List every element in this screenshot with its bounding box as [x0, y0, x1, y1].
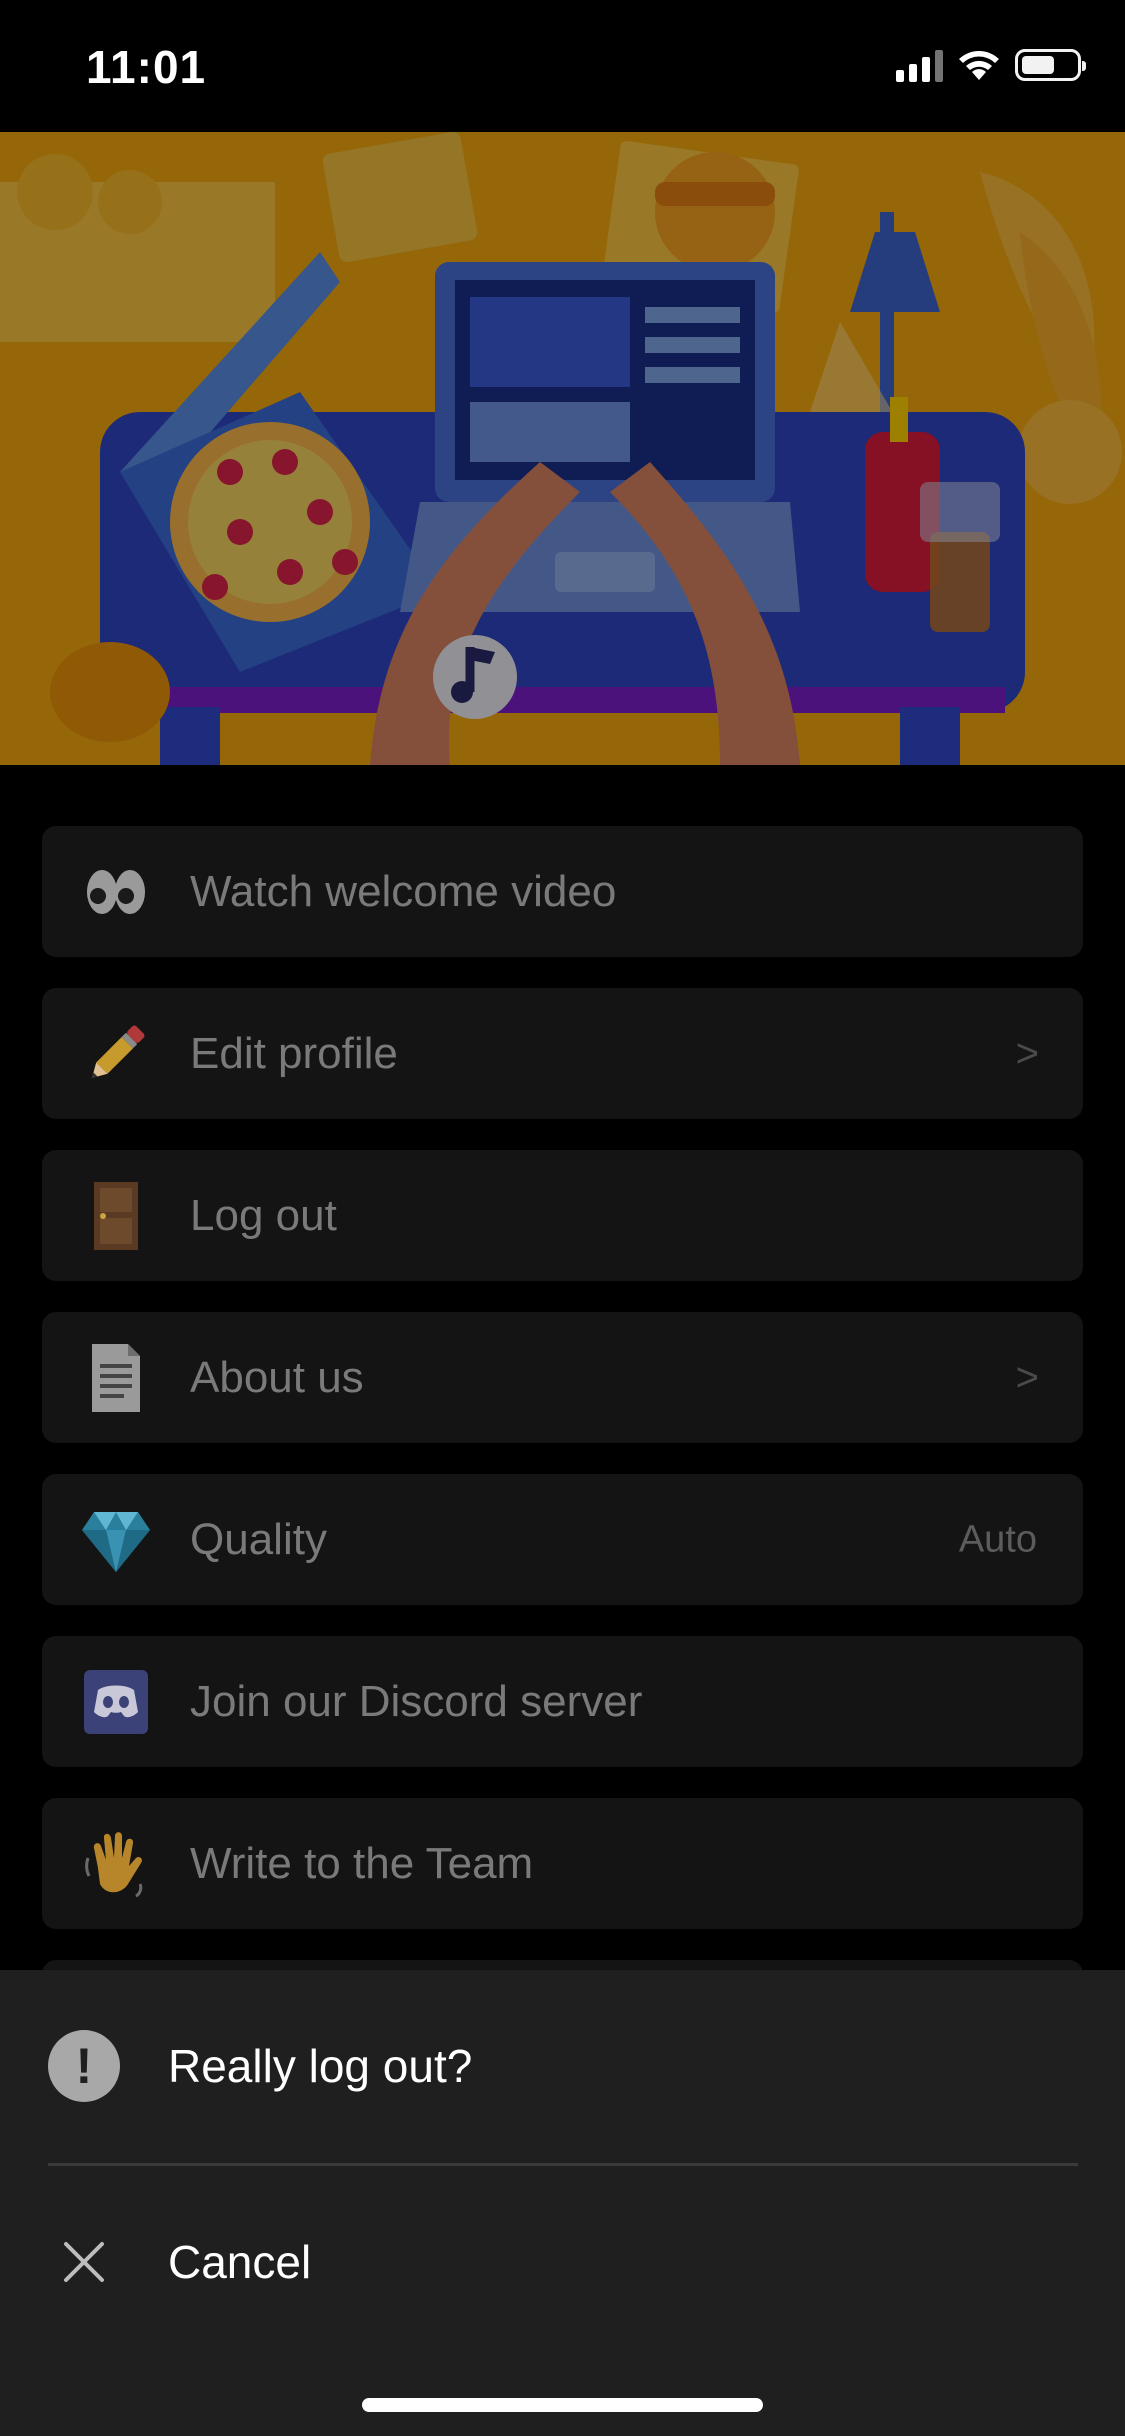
- cancel-label: Cancel: [168, 2236, 312, 2288]
- cancel-button[interactable]: Cancel: [0, 2202, 1125, 2322]
- menu-item-label: Join our Discord server: [190, 1676, 643, 1726]
- battery-icon: [1015, 49, 1086, 81]
- menu-item-label: Edit profile: [190, 1028, 398, 1078]
- chevron-right-icon: >: [1015, 1031, 1039, 1075]
- menu-item-label: About us: [190, 1352, 364, 1402]
- menu-item-log-out[interactable]: Log out: [42, 1150, 1083, 1281]
- wifi-icon: [959, 51, 999, 80]
- logout-confirm-title-row: ! Really log out?: [0, 2006, 1125, 2126]
- menu-item-edit-profile[interactable]: Edit profile >: [42, 988, 1083, 1119]
- settings-menu: Watch welcome video Edit profile > Log o…: [42, 826, 1083, 1990]
- menu-item-about-us[interactable]: About us >: [42, 1312, 1083, 1443]
- cellular-signal-icon: [896, 48, 943, 82]
- menu-item-label: Watch welcome video: [190, 866, 617, 916]
- close-icon: [64, 2242, 104, 2282]
- menu-item-label: Log out: [190, 1190, 337, 1240]
- logout-confirm-title: Really log out?: [168, 2040, 473, 2092]
- menu-item-label: Write to the Team: [190, 1838, 534, 1888]
- warning-icon: !: [48, 2030, 120, 2102]
- menu-item-quality[interactable]: Quality Auto: [42, 1474, 1083, 1605]
- sheet-divider: [48, 2163, 1078, 2166]
- status-time: 11:01: [86, 41, 207, 93]
- eyes-icon: [80, 856, 152, 928]
- menu-item-label: Quality: [190, 1514, 327, 1564]
- menu-item-write-to-team[interactable]: Write to the Team: [42, 1798, 1083, 1929]
- chevron-right-icon: >: [1015, 1355, 1039, 1399]
- hero-illustration: [0, 132, 1125, 765]
- gem-icon: [80, 1504, 152, 1576]
- home-indicator[interactable]: [362, 2398, 763, 2412]
- pencil-icon: [80, 1018, 152, 1090]
- document-icon: [80, 1342, 152, 1414]
- waving-hand-icon: [80, 1828, 152, 1900]
- menu-item-join-discord[interactable]: Join our Discord server: [42, 1636, 1083, 1767]
- discord-icon: [80, 1666, 152, 1738]
- menu-item-watch-welcome-video[interactable]: Watch welcome video: [42, 826, 1083, 957]
- status-bar: 11:01: [0, 0, 1125, 132]
- quality-value: Auto: [958, 1518, 1037, 1560]
- door-icon: [80, 1180, 152, 1252]
- status-icons: [896, 48, 1086, 82]
- desk-laptop-pizza-illustration: [0, 132, 1125, 765]
